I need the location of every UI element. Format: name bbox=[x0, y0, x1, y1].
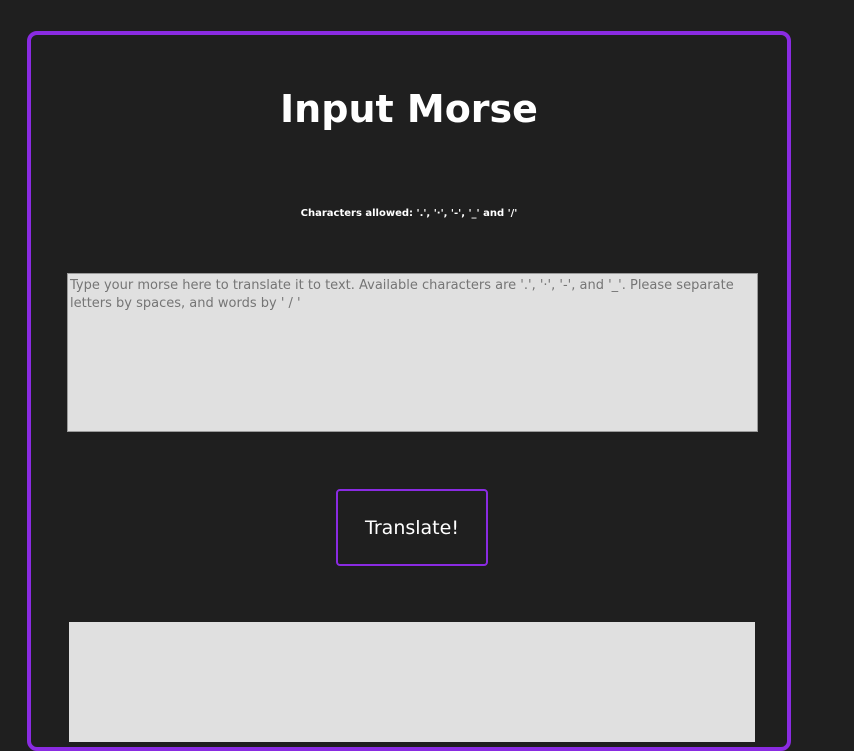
allowed-characters-hint: Characters allowed: '.', '·', '-', '_' a… bbox=[300, 208, 518, 219]
morse-panel: Input Morse Characters allowed: '.', '·'… bbox=[27, 31, 791, 751]
translate-button[interactable]: Translate! bbox=[336, 489, 488, 566]
translation-output bbox=[69, 622, 755, 742]
page-title: Input Morse bbox=[280, 87, 538, 131]
morse-input[interactable] bbox=[67, 273, 758, 432]
